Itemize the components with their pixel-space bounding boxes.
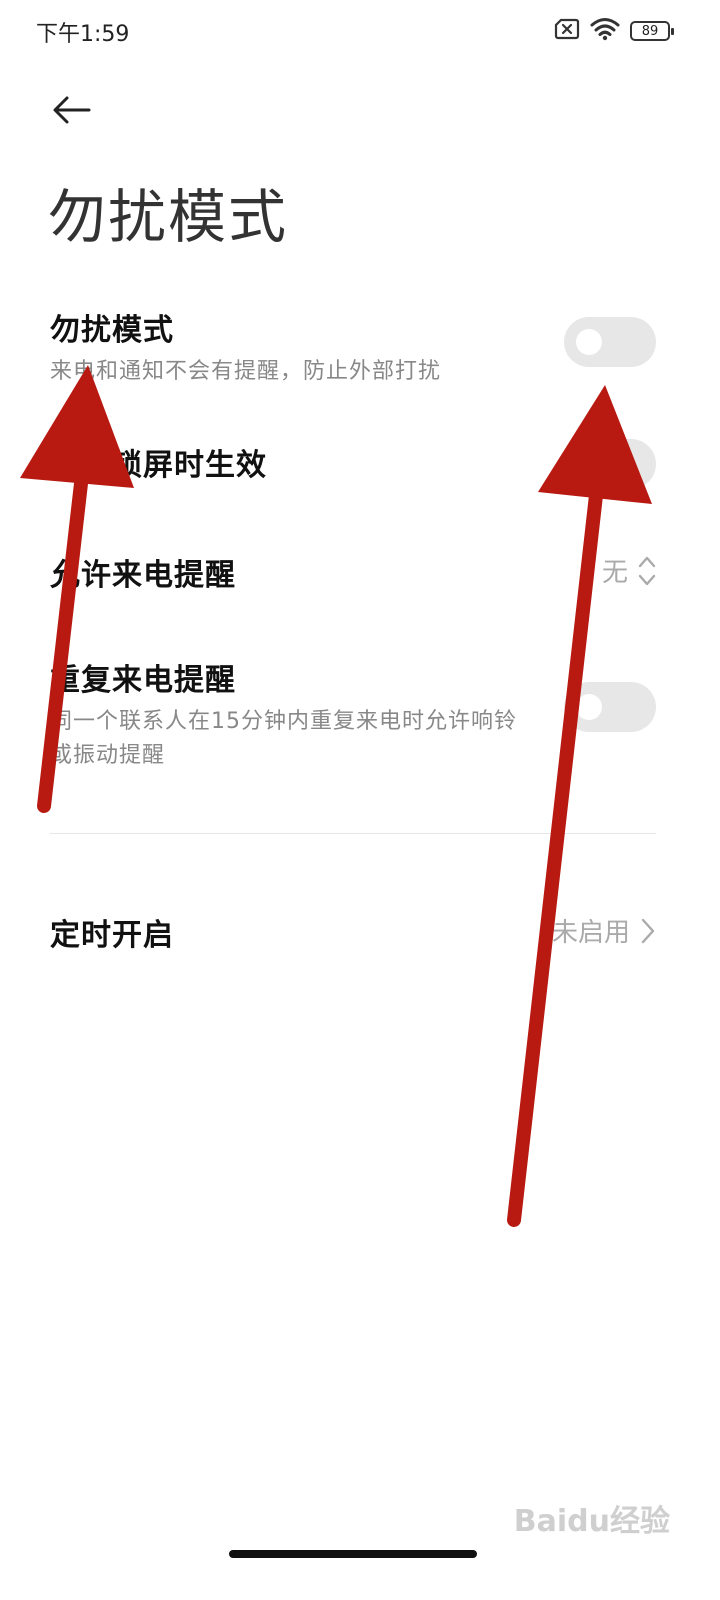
status-icons: 89 xyxy=(554,16,674,46)
annotation-arrow-right xyxy=(507,385,652,1227)
chevron-updown-icon xyxy=(638,556,656,585)
back-button[interactable] xyxy=(44,86,100,134)
setting-title-allow-calls: 允许来电提醒 xyxy=(50,558,236,593)
lockscreen-toggle[interactable] xyxy=(564,439,656,489)
repeat-calls-toggle[interactable] xyxy=(564,682,656,732)
home-indicator[interactable] xyxy=(229,1550,477,1558)
arrow-left-icon xyxy=(53,96,91,124)
toggle-knob xyxy=(576,451,602,477)
setting-desc-line1: 同一个联系人在15分钟内重复来电时允许响铃 xyxy=(50,709,517,734)
toggle-knob xyxy=(576,329,602,355)
dnd-toggle[interactable] xyxy=(564,317,656,367)
setting-row-allow-calls[interactable]: 允许来电提醒 无 xyxy=(50,550,656,594)
wifi-icon xyxy=(590,17,620,45)
setting-desc-dnd: 来电和通知不会有提醒，防止外部打扰 xyxy=(50,359,442,384)
setting-title-repeat-calls: 重复来电提醒 xyxy=(50,663,236,698)
page-title: 勿扰模式 xyxy=(48,183,289,251)
setting-row-repeat-calls[interactable]: 重复来电提醒 同一个联系人在15分钟内重复来电时允许响铃 或振动提醒 xyxy=(50,655,656,768)
setting-desc-line2: 或振动提醒 xyxy=(50,743,166,768)
setting-row-schedule[interactable]: 定时开启 未启用 xyxy=(50,910,656,954)
setting-row-lockscreen[interactable]: 仅在锁屏时生效 xyxy=(50,439,656,490)
battery-icon: 89 xyxy=(630,21,674,41)
section-divider xyxy=(50,833,656,834)
status-bar: 下午1:59 89 xyxy=(0,0,720,60)
allow-calls-value-group[interactable]: 无 xyxy=(602,552,656,589)
schedule-value: 未启用 xyxy=(551,918,630,948)
toggle-knob xyxy=(576,694,602,720)
no-sim-icon xyxy=(554,18,580,44)
schedule-value-group[interactable]: 未启用 xyxy=(552,912,656,949)
setting-desc-repeat-calls: 同一个联系人在15分钟内重复来电时允许响铃 或振动提醒 xyxy=(50,705,560,773)
chevron-right-icon xyxy=(641,918,655,943)
watermark: Baidu经验 xyxy=(513,1504,670,1539)
status-time: 下午1:59 xyxy=(36,22,130,47)
setting-row-dnd[interactable]: 勿扰模式 来电和通知不会有提醒，防止外部打扰 xyxy=(50,305,656,385)
allow-calls-value: 无 xyxy=(601,558,628,588)
